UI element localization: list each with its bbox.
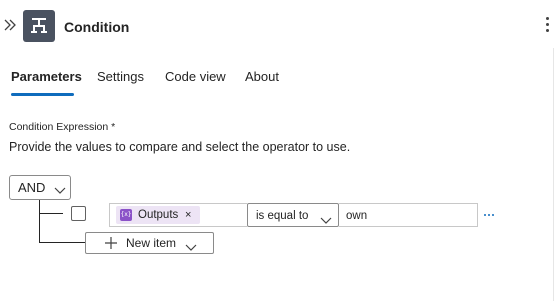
- group-operator-dropdown[interactable]: AND: [9, 175, 71, 200]
- tab-about[interactable]: About: [245, 68, 279, 86]
- condition-icon: [23, 10, 55, 42]
- token-remove-icon[interactable]: ×: [185, 208, 191, 222]
- collapse-panel-icon[interactable]: [3, 18, 17, 34]
- more-vertical-icon[interactable]: [543, 14, 551, 38]
- condition-description: Provide the values to compare and select…: [9, 140, 351, 154]
- tab-code-view[interactable]: Code view: [165, 68, 226, 86]
- tab-parameters[interactable]: Parameters: [11, 68, 82, 86]
- right-operand-field[interactable]: own: [339, 203, 478, 227]
- new-item-label: New item: [126, 236, 177, 250]
- tab-settings[interactable]: Settings: [97, 68, 144, 86]
- right-operand-value: own: [346, 210, 368, 222]
- tree-connector-new-item: [39, 242, 85, 243]
- tree-connector-vertical: [39, 200, 40, 243]
- chevron-down-icon: [320, 212, 332, 230]
- tree-connector-row: [39, 213, 63, 214]
- row-more-options-icon[interactable]: [484, 206, 500, 220]
- condition-expression-label: Condition Expression *: [9, 121, 116, 133]
- outputs-token[interactable]: {x} Outputs ×: [116, 206, 200, 224]
- comparison-operator-dropdown[interactable]: is equal to: [247, 203, 339, 227]
- active-tab-indicator: [11, 93, 74, 96]
- chevron-down-icon: [54, 182, 66, 200]
- new-item-button[interactable]: New item: [85, 232, 214, 254]
- comparison-operator-value: is equal to: [256, 210, 309, 222]
- group-operator-value: AND: [18, 180, 46, 195]
- token-label: Outputs: [138, 209, 179, 221]
- chevron-down-icon: [185, 239, 197, 257]
- panel-title: Condition: [64, 19, 130, 35]
- panel-divider: [553, 48, 554, 301]
- plus-icon: [104, 236, 118, 255]
- row-select-checkbox[interactable]: [71, 206, 86, 221]
- expression-token-icon: {x}: [120, 209, 132, 221]
